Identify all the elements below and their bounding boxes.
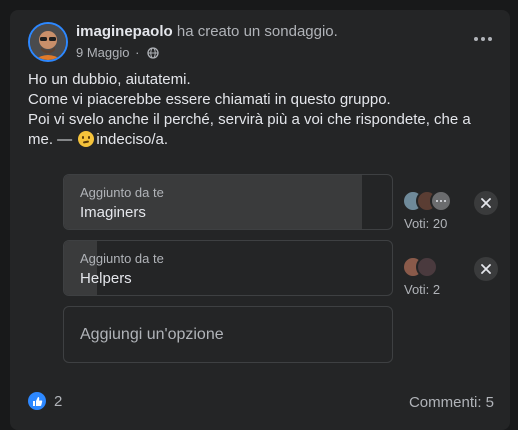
add-option-input[interactable]: Aggiungi un'opzione (63, 306, 393, 363)
remove-option-button[interactable] (474, 191, 498, 215)
comments-count[interactable]: Commenti: 5 (409, 394, 494, 411)
globe-icon (147, 47, 159, 59)
author-avatar[interactable] (28, 22, 68, 62)
vote-count[interactable]: Voti: 20 (404, 216, 447, 231)
more-voters-icon (430, 190, 452, 212)
post-line-part: indeciso/a. (96, 131, 169, 148)
post-action-text: ha creato un sondaggio. (176, 23, 338, 40)
vote-count[interactable]: Voti: 2 (404, 282, 440, 297)
post-line: Poi vi svelo anche il perché, servirà pi… (28, 111, 471, 128)
voter-avatars[interactable] (402, 256, 438, 278)
option-label: Helpers (80, 270, 132, 287)
author-name[interactable]: imaginepaolo (76, 23, 173, 40)
post-card: imaginepaolo ha creato un sondaggio. 9 M… (10, 10, 510, 430)
meta-separator: · (135, 45, 140, 60)
post-meta: 9 Maggio · (76, 45, 159, 60)
post-line-last: me. — indeciso/a. (28, 130, 498, 150)
poll-option-helpers[interactable]: Aggiunto da te Helpers (63, 240, 393, 296)
option-label: Imaginers (80, 204, 146, 221)
voter-avatars[interactable] (402, 190, 452, 212)
more-options-icon[interactable] (470, 28, 496, 50)
close-icon (481, 264, 491, 274)
post-line: Come vi piacerebbe essere chiamati in qu… (28, 91, 391, 108)
post-text: Ho un dubbio, aiutatemi. Come vi piacere… (28, 70, 498, 150)
voter-avatar (416, 256, 438, 278)
confused-face-icon (78, 131, 95, 147)
add-option-placeholder: Aggiungi un'opzione (80, 326, 224, 343)
post-line-part: me. — (28, 131, 73, 148)
close-icon (481, 198, 491, 208)
poll-option-imaginers[interactable]: Aggiunto da te Imaginers (63, 174, 393, 230)
added-by-label: Aggiunto da te (80, 185, 164, 200)
post-date[interactable]: 9 Maggio (76, 45, 129, 60)
like-icon (28, 392, 46, 410)
added-by-label: Aggiunto da te (80, 251, 164, 266)
post-header: imaginepaolo ha creato un sondaggio. (76, 23, 338, 40)
like-count: 2 (54, 392, 63, 410)
post-line: Ho un dubbio, aiutatemi. (28, 71, 191, 88)
remove-option-button[interactable] (474, 257, 498, 281)
avatar-photo (30, 24, 66, 60)
reactions-summary[interactable]: 2 (28, 392, 62, 410)
